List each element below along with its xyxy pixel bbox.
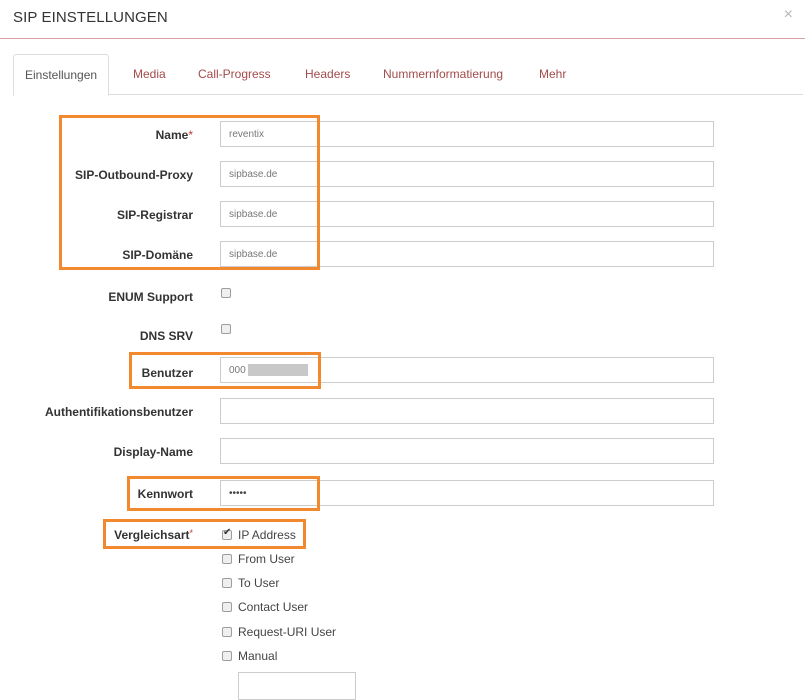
ip-address-checkbox[interactable] <box>222 527 232 540</box>
outbound-proxy-input[interactable]: sipbase.de <box>220 161 714 187</box>
vergleichsart-label: Vergleichsart* <box>114 528 193 542</box>
name-row: Name* reventix <box>0 121 805 149</box>
domain-row: SIP-Domäne sipbase.de <box>0 241 805 269</box>
modal-header: SIP EINSTELLUNGEN × <box>0 0 805 38</box>
from-user-label: From User <box>238 552 295 566</box>
name-label: Name* <box>155 128 193 142</box>
display-name-label: Display-Name <box>113 445 193 459</box>
contact-user-label: Contact User <box>238 600 309 614</box>
registrar-row: SIP-Registrar sipbase.de <box>0 201 805 229</box>
modal-title: SIP EINSTELLUNGEN <box>13 9 168 26</box>
enum-support-checkbox[interactable] <box>221 288 231 298</box>
display-name-row: Display-Name <box>0 438 805 466</box>
kennwort-input[interactable]: ••••• <box>220 480 714 506</box>
manual-input[interactable] <box>238 672 356 700</box>
to-user-checkbox[interactable] <box>222 578 232 588</box>
outbound-proxy-row: SIP-Outbound-Proxy sipbase.de <box>0 161 805 189</box>
manual-checkbox[interactable] <box>222 651 232 661</box>
kennwort-row: Kennwort ••••• <box>0 480 805 508</box>
tab-call-progress[interactable]: Call-Progress <box>198 54 271 94</box>
tab-media[interactable]: Media <box>133 54 166 94</box>
from-user-checkbox[interactable] <box>222 554 232 564</box>
auth-user-row: Authentifikationsbenutzer <box>0 398 805 426</box>
name-input[interactable]: reventix <box>220 121 714 147</box>
header-divider <box>0 38 805 39</box>
benutzer-row: Benutzer 000 <box>0 357 805 385</box>
redacted-block <box>247 364 308 377</box>
tab-headers[interactable]: Headers <box>305 54 350 94</box>
manual-label: Manual <box>238 649 278 663</box>
auth-user-input[interactable] <box>220 398 714 424</box>
registrar-input[interactable]: sipbase.de <box>220 201 714 227</box>
tab-bar: Einstellungen Media Call-Progress Header… <box>13 54 803 96</box>
enum-support-row: ENUM Support <box>0 286 805 314</box>
domain-label: SIP-Domäne <box>122 248 193 262</box>
registrar-label: SIP-Registrar <box>116 208 193 222</box>
kennwort-label: Kennwort <box>137 487 193 501</box>
tab-nummernformatierung[interactable]: Nummernformatierung <box>383 54 503 94</box>
benutzer-input[interactable]: 000 <box>220 357 714 383</box>
dns-srv-row: DNS SRV <box>0 322 805 350</box>
outbound-proxy-label: SIP-Outbound-Proxy <box>75 168 193 182</box>
dns-srv-checkbox[interactable] <box>221 324 231 334</box>
domain-input[interactable]: sipbase.de <box>220 241 714 267</box>
required-mark: * <box>188 128 193 142</box>
tab-einstellungen[interactable]: Einstellungen <box>13 54 110 96</box>
to-user-label: To User <box>238 576 280 590</box>
auth-user-label: Authentifikationsbenutzer <box>44 405 193 419</box>
tab-mehr[interactable]: Mehr <box>539 54 566 94</box>
display-name-input[interactable] <box>220 438 714 464</box>
close-icon[interactable]: × <box>784 6 793 24</box>
request-uri-user-checkbox[interactable] <box>222 627 232 637</box>
dns-srv-label: DNS SRV <box>139 329 193 343</box>
benutzer-label: Benutzer <box>141 366 193 380</box>
request-uri-user-label: Request-URI User <box>238 625 337 639</box>
contact-user-checkbox[interactable] <box>222 602 232 612</box>
ip-address-label: IP Address <box>238 528 296 542</box>
enum-support-label: ENUM Support <box>108 290 193 304</box>
